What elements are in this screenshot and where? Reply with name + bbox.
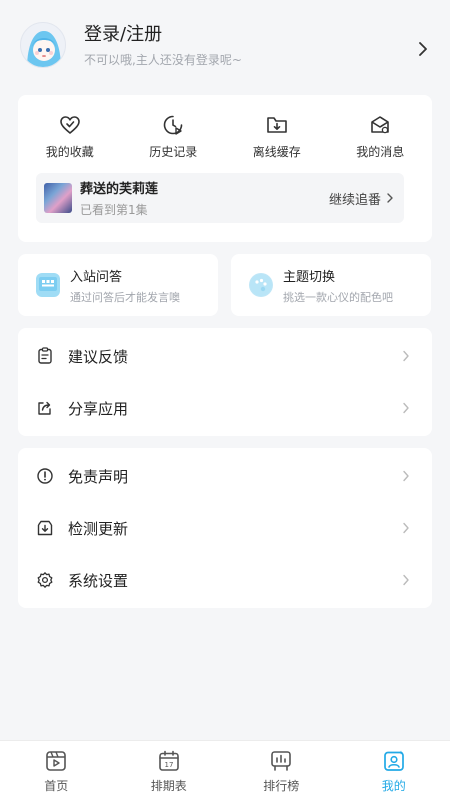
anime-cover-thumbnail xyxy=(44,183,72,213)
tab-home-label: 首页 xyxy=(44,779,69,793)
menu-group-feedback: 建议反馈 分享应用 xyxy=(18,328,432,436)
feedback-item[interactable]: 建议反馈 xyxy=(18,330,432,382)
theme-switch-card[interactable]: 主题切换 挑选一款心仪的配色吧 xyxy=(231,254,431,316)
profile-header[interactable]: 登录/注册 不可以哦,主人还没有登录呢~ xyxy=(0,0,450,90)
mail-icon xyxy=(371,116,390,134)
calendar-icon: 17 xyxy=(158,750,179,771)
share-icon xyxy=(38,401,51,415)
disclaimer-item[interactable]: 免责声明 xyxy=(18,450,432,502)
folder-download-icon xyxy=(266,117,287,133)
login-subtitle: 不可以哦,主人还没有登录呢~ xyxy=(84,52,242,67)
watch-progress: 已看到第1集 xyxy=(80,203,148,217)
palette-icon xyxy=(249,273,273,297)
share-app-item[interactable]: 分享应用 xyxy=(18,382,432,434)
login-title[interactable]: 登录/注册 xyxy=(84,23,450,47)
menu-group-system: 免责声明 检测更新 系统设置 xyxy=(18,448,432,608)
chevron-right-icon xyxy=(387,193,393,203)
tab-schedule[interactable]: 17 排期表 xyxy=(113,741,226,800)
chevron-right-icon xyxy=(403,402,409,414)
anime-title: 葬送的芙莉莲 xyxy=(80,182,159,197)
check-update-label: 检测更新 xyxy=(68,519,129,538)
settings-item[interactable]: 系统设置 xyxy=(18,554,432,606)
heart-icon xyxy=(59,116,80,134)
entrance-quiz-card[interactable]: 入站问答 通过问答后才能发言噢 xyxy=(18,254,218,316)
feedback-icon xyxy=(38,347,52,364)
continue-watching-label: 继续追番 xyxy=(328,192,381,208)
download-box-icon xyxy=(37,520,53,536)
favorites-button[interactable]: 我的收藏 xyxy=(18,113,122,165)
quiz-subtitle: 通过问答后才能发言噢 xyxy=(70,290,180,304)
messages-button[interactable]: 我的消息 xyxy=(329,113,433,165)
tab-mine[interactable]: 我的 xyxy=(338,741,450,800)
history-label: 历史记录 xyxy=(149,145,198,159)
quick-actions-card: 我的收藏 历史记录 离线缓存 我的消息 葬送的芙莉莲 已看到第1集 继续追番 xyxy=(18,95,432,242)
avatar-illustration xyxy=(21,23,65,67)
messages-label: 我的消息 xyxy=(356,145,405,159)
theme-subtitle: 挑选一款心仪的配色吧 xyxy=(283,290,393,304)
quiz-title: 入站问答 xyxy=(70,269,123,285)
chevron-right-icon xyxy=(403,350,409,362)
alert-circle-icon xyxy=(37,468,53,484)
offline-cache-label: 离线缓存 xyxy=(252,145,301,159)
tab-schedule-label: 排期表 xyxy=(150,779,187,793)
chevron-right-icon xyxy=(403,470,409,482)
feedback-label: 建议反馈 xyxy=(68,347,129,366)
chevron-right-icon xyxy=(403,522,409,534)
settings-label: 系统设置 xyxy=(68,571,129,590)
avatar xyxy=(20,22,66,68)
home-video-icon xyxy=(46,751,67,771)
history-icon xyxy=(163,115,183,135)
disclaimer-label: 免责声明 xyxy=(68,467,129,486)
continue-watching-button[interactable]: 继续追番 xyxy=(329,189,394,208)
quiz-icon xyxy=(36,273,60,297)
offline-cache-button[interactable]: 离线缓存 xyxy=(225,113,329,165)
bottom-tab-bar: 首页 17 排期表 排行榜 我的 xyxy=(0,740,450,800)
tab-mine-label: 我的 xyxy=(381,779,406,793)
gear-icon xyxy=(37,572,53,588)
favorites-label: 我的收藏 xyxy=(45,145,94,159)
tab-ranking[interactable]: 排行榜 xyxy=(225,741,338,800)
history-button[interactable]: 历史记录 xyxy=(122,113,226,165)
check-update-item[interactable]: 检测更新 xyxy=(18,502,432,554)
theme-title: 主题切换 xyxy=(283,269,336,285)
profile-icon xyxy=(383,750,404,771)
ranking-icon xyxy=(271,751,292,771)
tab-home[interactable]: 首页 xyxy=(0,741,113,800)
share-app-label: 分享应用 xyxy=(68,399,129,418)
calendar-day-number: 17 xyxy=(164,761,173,769)
continue-watching-bar[interactable]: 葬送的芙莉莲 已看到第1集 继续追番 xyxy=(36,173,404,223)
tab-ranking-label: 排行榜 xyxy=(263,779,300,793)
chevron-right-icon xyxy=(403,574,409,586)
chevron-right-icon[interactable] xyxy=(418,42,428,56)
